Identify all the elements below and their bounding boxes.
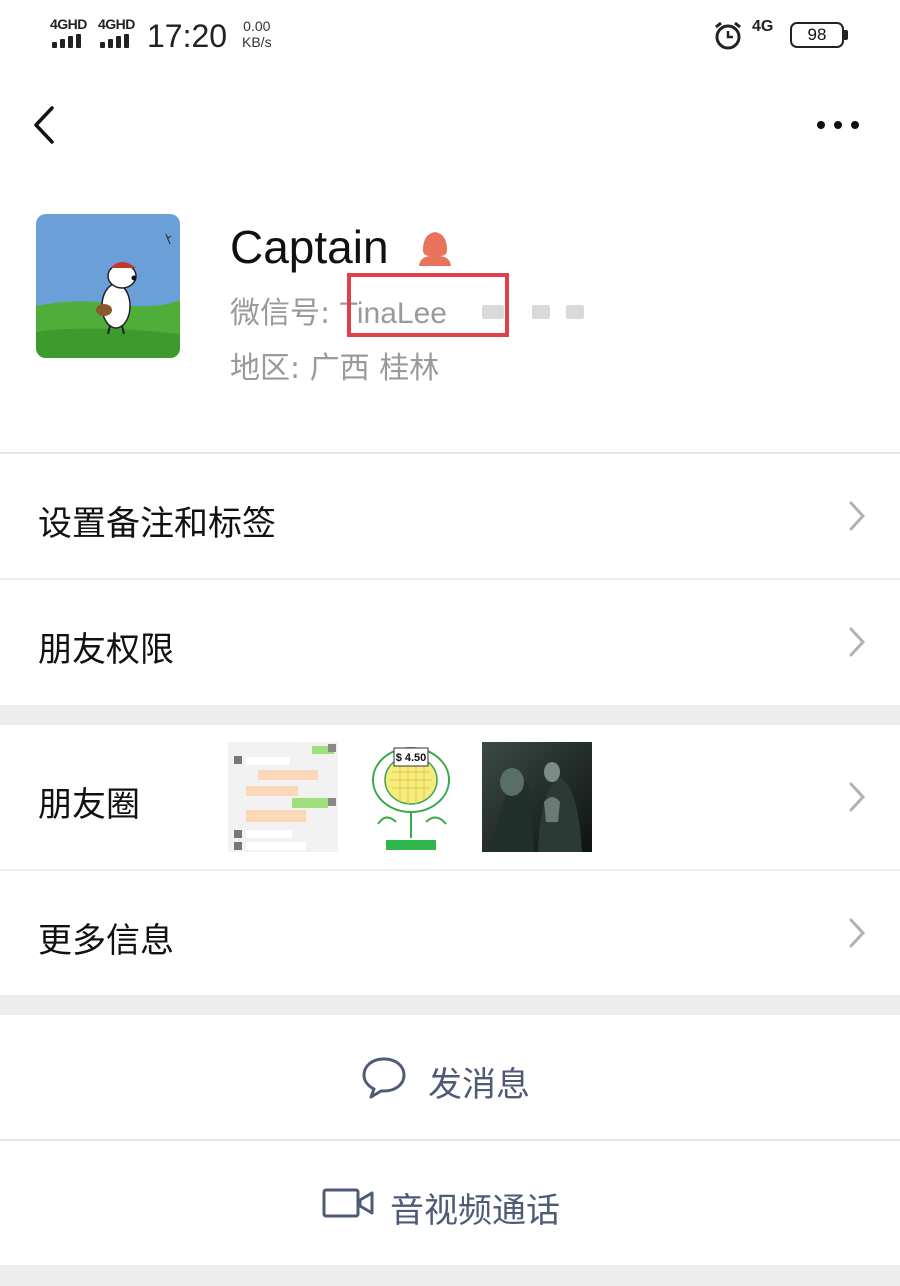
chat-screenshot-thumbnail[interactable] — [228, 742, 338, 852]
status-bar: 4GHD 4GHD 17:20 0.00 KB/s 4G 98 — [0, 0, 900, 75]
network-type: 4G — [752, 18, 774, 35]
nav-bar — [0, 75, 900, 180]
profile-header: Captain 微信号: TinaLee 地区: 广西 桂林 — [0, 180, 900, 452]
region-label: 地区: — [230, 351, 310, 386]
video-camera-icon — [322, 1188, 374, 1218]
movie-still-thumbnail[interactable] — [482, 742, 592, 852]
chevron-right-icon — [849, 627, 866, 657]
female-user-icon — [419, 232, 451, 266]
chat-bubble-icon — [362, 1057, 406, 1099]
send-message-label: 发消息 — [428, 1065, 530, 1105]
network-speed: 0.00 KB/s — [242, 18, 272, 50]
moments-label: 朋友圈 — [38, 785, 140, 825]
friend-permissions-label: 朋友权限 — [38, 630, 174, 670]
send-message-button[interactable]: 发消息 — [0, 1015, 900, 1139]
sim1-label: 4GHD — [50, 16, 87, 32]
price-tag-text: $ 4.50 — [396, 752, 427, 764]
chevron-right-icon — [849, 782, 866, 812]
redacted-id-chip — [532, 305, 550, 319]
contact-name: Captain — [230, 221, 389, 273]
sim2-signal: 4GHD — [98, 16, 142, 50]
region-row: 地区: 广西 桂林 — [230, 343, 439, 387]
clock: 17:20 — [147, 18, 228, 54]
avatar[interactable] — [36, 214, 180, 358]
redacted-id-chip — [566, 305, 584, 319]
wechat-id-label: 微信号: — [230, 296, 340, 331]
remarks-tags-item[interactable]: 设置备注和标签 — [0, 454, 900, 578]
alarm-icon — [715, 21, 741, 50]
signal-icon — [52, 34, 88, 48]
remarks-tags-label: 设置备注和标签 — [38, 504, 276, 544]
speed-value: 0.00 — [243, 18, 271, 34]
video-call-label: 音视频通话 — [390, 1191, 560, 1231]
chevron-left-icon[interactable] — [26, 100, 66, 150]
battery-icon: 98 — [790, 22, 848, 48]
sunflower-drawing-thumbnail[interactable]: $ 4.50 — [356, 742, 466, 852]
region-value: 广西 桂林 — [309, 351, 440, 386]
more-dots-icon[interactable] — [808, 107, 868, 143]
friend-permissions-item[interactable]: 朋友权限 — [0, 580, 900, 705]
chevron-right-icon — [849, 918, 866, 948]
chevron-right-icon — [849, 501, 866, 531]
sim2-label: 4GHD — [98, 16, 135, 32]
more-info-item[interactable]: 更多信息 — [0, 871, 900, 995]
video-call-button[interactable]: 音视频通话 — [0, 1141, 900, 1265]
signal-icon — [100, 34, 136, 48]
sim1-signal: 4GHD — [50, 16, 94, 50]
more-info-label: 更多信息 — [38, 921, 174, 961]
battery-level: 98 — [790, 22, 844, 48]
speed-unit: KB/s — [242, 34, 272, 50]
id-highlight-box — [347, 273, 509, 337]
